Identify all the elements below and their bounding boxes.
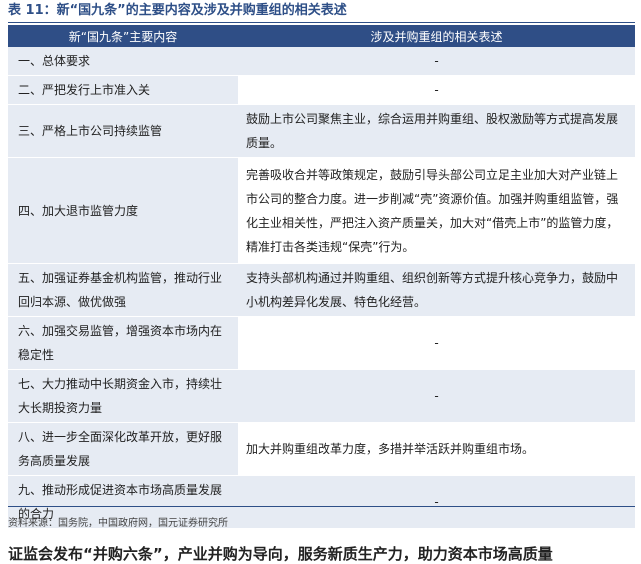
table-row: 一、总体要求 - [8, 47, 635, 76]
row-1-content: 一、总体要求 [8, 47, 238, 76]
bottom-rule [8, 506, 635, 507]
row-1-statement: - [238, 47, 635, 76]
table-header-row: 新“国九条”主要内容 涉及并购重组的相关表述 [8, 25, 635, 47]
row-6-statement: - [238, 316, 635, 370]
main-table: 新“国九条”主要内容 涉及并购重组的相关表述 一、总体要求 - 二、严把发行上市… [8, 25, 635, 529]
row-7-content: 七、大力推动中长期资金入市，持续壮大长期投资力量 [8, 369, 238, 423]
row-4-content: 四、加大退市监管力度 [8, 157, 238, 264]
table-row: 五、加强证券基金机构监管，推动行业回归本源、做优做强 支持头部机构通过并购重组、… [8, 263, 635, 317]
row-2-statement: - [238, 75, 635, 105]
row-3-content: 三、严格上市公司持续监管 [8, 104, 238, 158]
row-5-statement: 支持头部机构通过并购重组、组织创新等方式提升核心竞争力，鼓励中小机构差异化发展、… [238, 263, 635, 317]
table-row: 四、加大退市监管力度 完善吸收合并等政策规定，鼓励引导头部公司立足主业加大对产业… [8, 157, 635, 264]
header-content: 新“国九条”主要内容 [8, 25, 238, 47]
row-3-statement: 鼓励上市公司聚焦主业，综合运用并购重组、股权激励等方式提高发展质量。 [238, 104, 635, 158]
row-6-content: 六、加强交易监管，增强资本市场内在稳定性 [8, 316, 238, 370]
table-row: 七、大力推动中长期资金入市，持续壮大长期投资力量 - [8, 369, 635, 423]
row-7-statement: - [238, 369, 635, 423]
row-9-statement: - [238, 475, 635, 529]
row-8-statement: 加大并购重组改革力度，多措并举活跃并购重组市场。 [238, 422, 635, 476]
row-2-content: 二、严把发行上市准入关 [8, 75, 238, 105]
header-statements: 涉及并购重组的相关表述 [238, 25, 635, 47]
table-row: 三、严格上市公司持续监管 鼓励上市公司聚焦主业，综合运用并购重组、股权激励等方式… [8, 104, 635, 158]
row-8-content: 八、进一步全面深化改革开放，更好服务高质量发展 [8, 422, 238, 476]
table-row: 八、进一步全面深化改革开放，更好服务高质量发展 加大并购重组改革力度，多措并举活… [8, 422, 635, 476]
row-5-content: 五、加强证券基金机构监管，推动行业回归本源、做优做强 [8, 263, 238, 317]
table-row: 二、严把发行上市准入关 - [8, 75, 635, 105]
document-page: 表 11：新“国九条”的主要内容及涉及并购重组的相关表述 新“国九条”主要内容 … [0, 0, 641, 563]
source-note: 资料来源：国务院，中国政府网，国元证券研究所 [8, 518, 228, 529]
table-title: 表 11：新“国九条”的主要内容及涉及并购重组的相关表述 [8, 3, 347, 18]
section-heading: 证监会发布“并购六条”，产业并购为导向，服务新质生产力，助力资本市场高质量 [8, 545, 553, 563]
row-4-statement: 完善吸收合并等政策规定，鼓励引导头部公司立足主业加大对产业链上市公司的整合力度。… [238, 157, 635, 264]
title-rule [8, 22, 635, 23]
table-row: 六、加强交易监管，增强资本市场内在稳定性 - [8, 316, 635, 370]
